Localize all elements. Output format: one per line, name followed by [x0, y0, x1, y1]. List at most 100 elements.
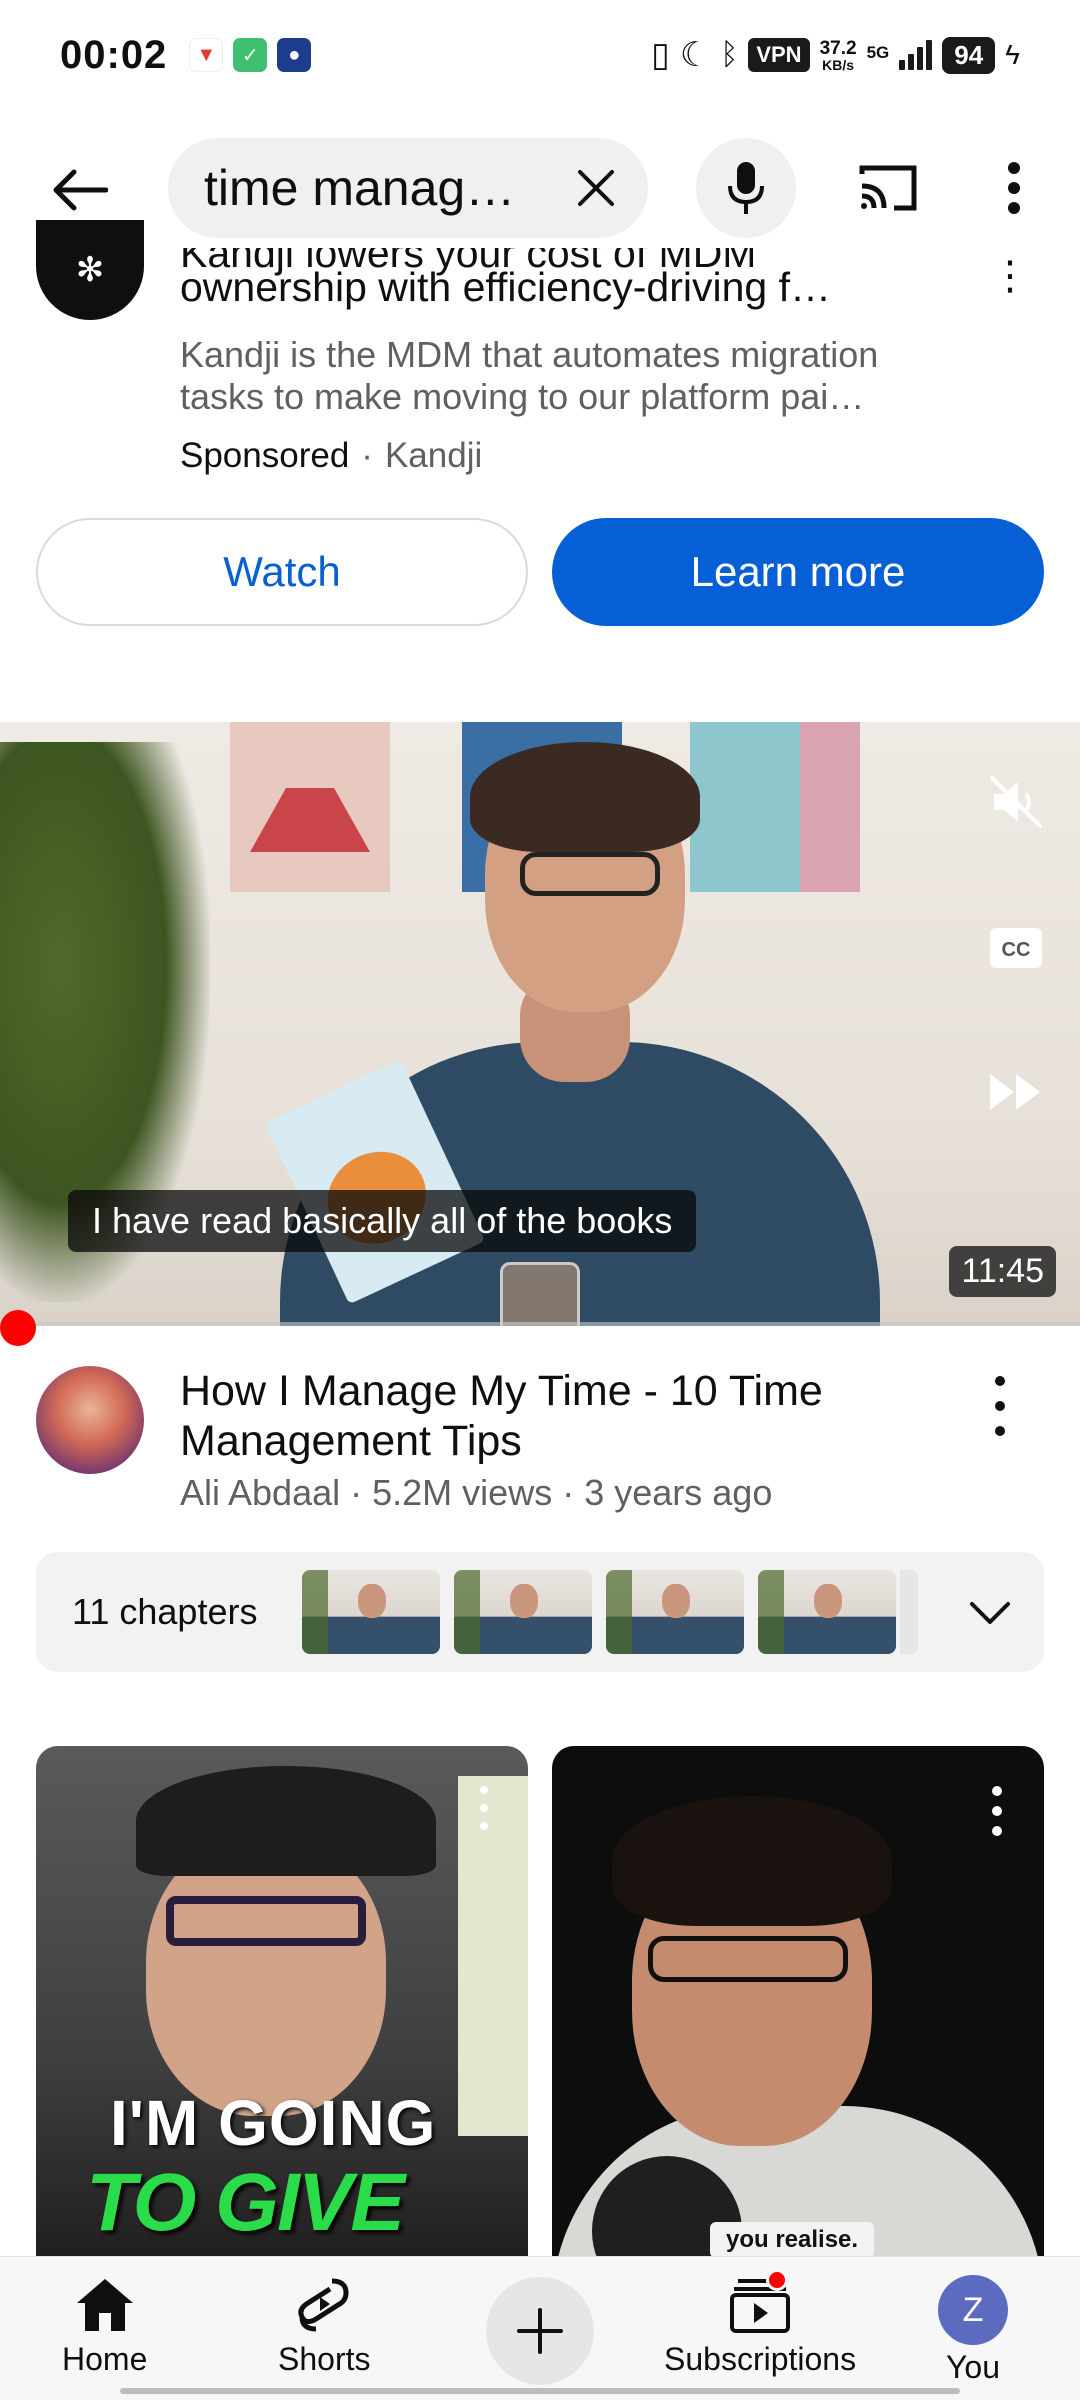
clear-search-button[interactable] — [572, 164, 620, 212]
sponsored-ad-card[interactable]: ✻ Kandji lowers your cost of MDM ownersh… — [0, 220, 1080, 660]
chapters-bar[interactable]: 11 chapters — [36, 1552, 1044, 1672]
search-header: time manag… — [0, 136, 1080, 240]
back-arrow-icon — [53, 169, 108, 211]
fast-forward-button[interactable] — [986, 1062, 1046, 1122]
create-button[interactable] — [486, 2277, 594, 2385]
short-caption: you realise. — [710, 2222, 875, 2258]
separator-dot: · — [350, 1472, 373, 1513]
muted-speaker-icon — [990, 776, 1042, 828]
mute-button[interactable] — [986, 772, 1046, 832]
video-player[interactable]: CC I have read basically all of the book… — [0, 722, 1080, 1326]
advertiser-avatar[interactable]: ✻ — [36, 220, 144, 320]
channel-name: Ali Abdaal — [180, 1472, 341, 1513]
nav-label: Home — [62, 2341, 148, 2377]
svg-text:CC: CC — [1002, 939, 1031, 961]
subtitle-caption: I have read basically all of the books — [68, 1190, 697, 1252]
close-icon — [578, 170, 614, 206]
battery-level: 94 — [942, 36, 996, 74]
user-avatar: Z — [938, 2275, 1008, 2345]
short-overlay-text: I'M GOING — [110, 2087, 437, 2159]
search-input[interactable]: time manag… — [168, 138, 648, 238]
nav-shorts[interactable]: Shorts — [278, 2275, 370, 2378]
notification-icons: ▼ ✓ ● — [189, 38, 312, 72]
fast-forward-icon — [990, 1074, 1040, 1110]
signal-icon — [899, 40, 933, 70]
nav-you[interactable]: Z You — [938, 2275, 1008, 2386]
separator-dot: · — [562, 1472, 585, 1513]
video-more-menu-button[interactable] — [990, 1376, 1010, 1436]
notification-app-icon: ● — [277, 38, 312, 72]
short-person-glasses — [648, 1936, 848, 1982]
nav-label: Subscriptions — [664, 2341, 857, 2377]
captions-button[interactable]: CC — [986, 918, 1046, 978]
sponsored-label: Sponsored — [180, 436, 350, 475]
status-indicators: ▯ ☾ ᛒ VPN 37.2 KB/s 5G 94 ϟ — [651, 36, 1020, 74]
status-bar: 00:02 ▼ ✓ ● ▯ ☾ ᛒ VPN 37.2 KB/s 5G 94 ϟ — [0, 0, 1080, 110]
advertiser-name: Kandji — [384, 436, 483, 475]
short-more-menu-button[interactable] — [480, 1786, 492, 1830]
ad-meta: Sponsored · Kandji — [180, 436, 482, 476]
search-query-text: time manag… — [204, 160, 516, 216]
network-speed: 37.2 KB/s — [820, 39, 857, 72]
chapter-thumbnail[interactable] — [454, 1570, 592, 1654]
chapters-label: 11 chapters — [72, 1591, 258, 1632]
wall-poster — [690, 722, 860, 892]
presenter-hair — [470, 742, 700, 852]
expand-chapters-button[interactable] — [966, 1588, 1014, 1636]
upload-age: 3 years ago — [584, 1472, 773, 1513]
nav-label: Shorts — [278, 2341, 371, 2377]
charging-icon: ϟ — [1005, 39, 1020, 70]
cast-icon — [859, 165, 917, 211]
chapter-thumbnail[interactable] — [758, 1570, 896, 1654]
chapter-thumbnail[interactable] — [302, 1570, 440, 1654]
notification-app-icon: ✓ — [233, 38, 268, 72]
status-time: 00:02 — [60, 32, 168, 77]
short-thumbnail[interactable]: you realise. — [552, 1746, 1044, 2266]
cast-button[interactable] — [856, 160, 920, 216]
bottom-navigation: Home Shorts Subscriptions Z You — [0, 2256, 1080, 2400]
notification-app-icon: ▼ — [189, 38, 224, 72]
video-info[interactable]: How I Manage My Time - 10 Time Managemen… — [0, 1366, 1080, 1526]
speed-value: 37.2 — [819, 37, 857, 59]
network-type: 5G — [866, 42, 890, 62]
nav-label: You — [946, 2349, 1000, 2385]
ad-description-line: tasks to make moving to our platform pai… — [180, 376, 865, 417]
watch-button[interactable]: Watch — [36, 518, 528, 626]
dnd-moon-icon: ☾ — [679, 36, 711, 74]
gesture-navigation-bar[interactable] — [120, 2388, 960, 2394]
bluetooth-icon: ᛒ — [720, 38, 739, 71]
kandji-logo-icon: ✻ — [75, 251, 105, 289]
shorts-shelf: I'M GOING TO GIVE YOU you realise. — [36, 1746, 1044, 2266]
channel-avatar[interactable] — [36, 1366, 144, 1474]
short-more-menu-button[interactable] — [992, 1786, 1004, 1836]
chapter-thumbnail[interactable] — [606, 1570, 744, 1654]
voice-search-button[interactable] — [696, 138, 796, 238]
chapter-thumbnails — [302, 1570, 918, 1654]
video-title[interactable]: How I Manage My Time - 10 Time Managemen… — [180, 1366, 940, 1466]
more-options-button[interactable] — [994, 156, 1034, 220]
short-thumbnail[interactable]: I'M GOING TO GIVE YOU — [36, 1746, 528, 2266]
ad-more-menu-button[interactable]: ⋮ — [990, 256, 1030, 296]
nav-subscriptions[interactable]: Subscriptions — [664, 2269, 857, 2378]
ad-title[interactable]: ownership with efficiency-driving f… — [180, 264, 940, 311]
back-button[interactable] — [50, 160, 110, 220]
vibrate-icon: ▯ — [651, 36, 670, 74]
short-person-hair — [612, 1796, 892, 1926]
speed-unit: KB/s — [822, 56, 855, 73]
presenter-glasses — [520, 852, 660, 896]
nav-home[interactable]: Home — [62, 2275, 147, 2378]
learn-more-button[interactable]: Learn more — [552, 518, 1044, 626]
progress-bar[interactable] — [0, 1322, 1080, 1326]
ad-description: Kandji is the MDM that automates migrati… — [180, 334, 940, 418]
short-overlay-text: TO GIVE YOU — [86, 2157, 405, 2266]
notification-dot — [766, 2269, 788, 2291]
separator-dot: · — [361, 436, 373, 475]
ad-description-line: Kandji is the MDM that automates migrati… — [180, 334, 879, 375]
closed-captions-icon: CC — [990, 928, 1042, 968]
wall-poster — [230, 722, 390, 892]
chapter-thumbnail-overflow — [900, 1570, 918, 1654]
shorts-icon — [298, 2278, 349, 2332]
home-icon — [76, 2279, 133, 2331]
progress-scrubber[interactable] — [0, 1310, 36, 1346]
view-count: 5.2M views — [372, 1472, 553, 1513]
